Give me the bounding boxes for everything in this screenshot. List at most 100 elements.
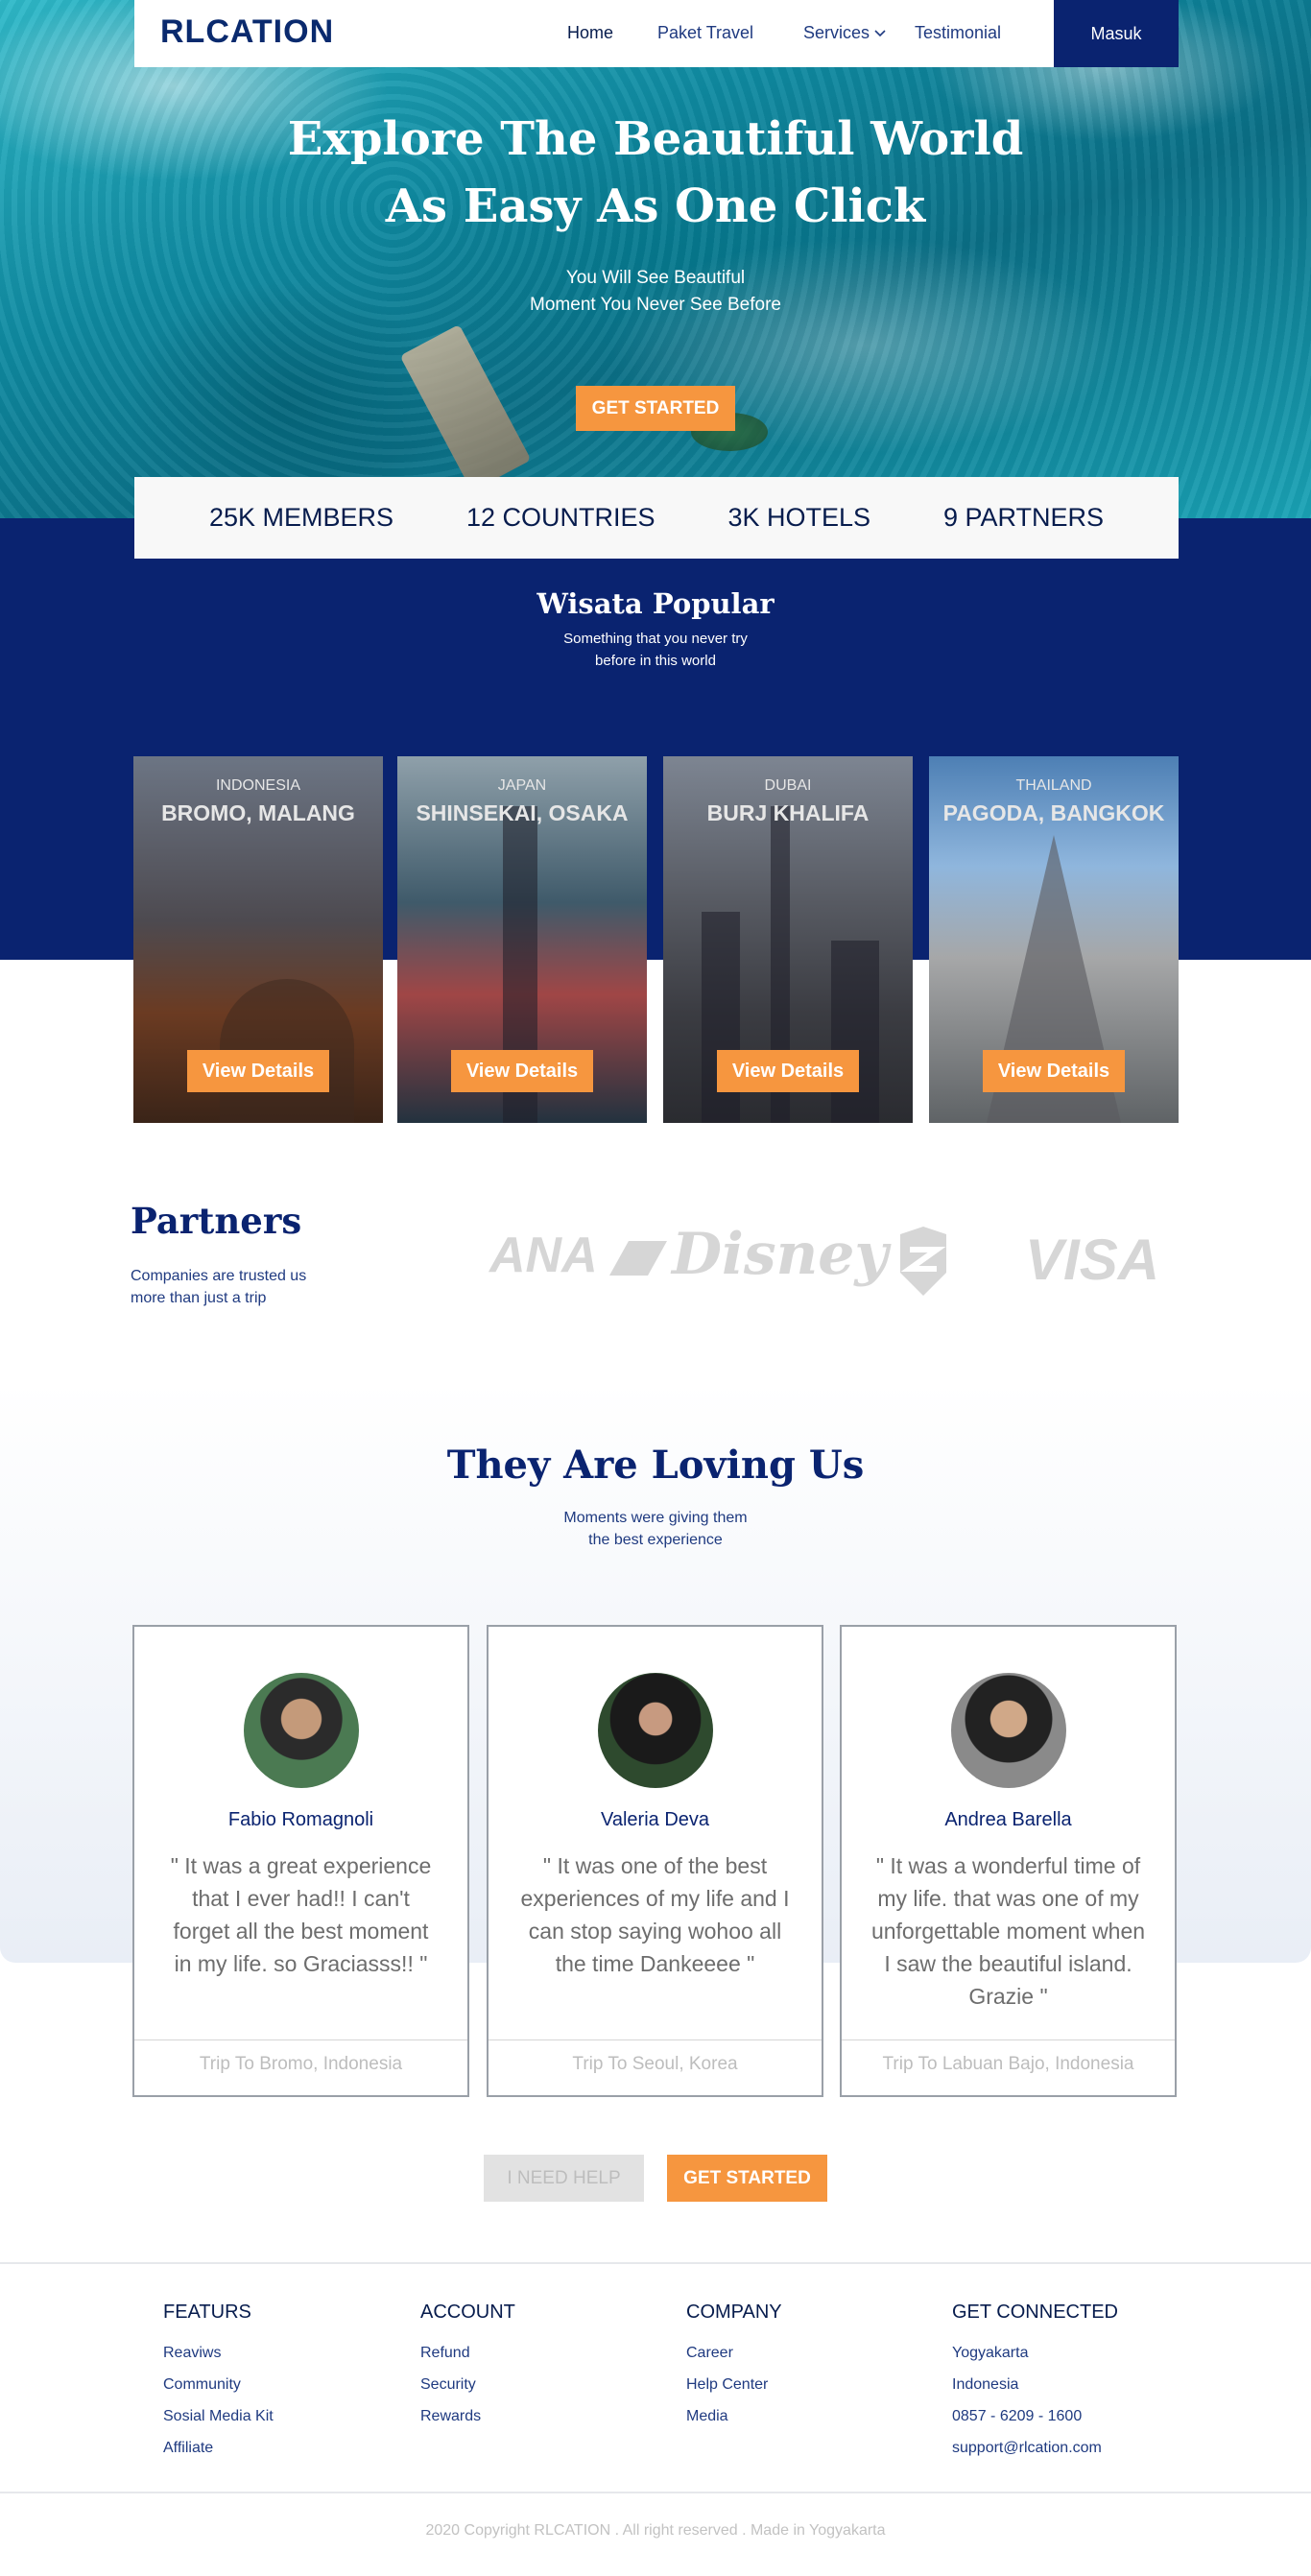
hero-subtitle-line1: You Will See Beautiful <box>565 268 746 288</box>
testimonials-subtitle: Moments were giving them the best experi… <box>0 1507 1311 1551</box>
card-place: BURJ KHALIFA <box>706 800 870 825</box>
footer-contact-phone[interactable]: 0857 - 6209 - 1600 <box>952 2400 1118 2432</box>
footer-link[interactable]: Affiliate <box>163 2432 274 2464</box>
footer-link[interactable]: Reaviws <box>163 2337 274 2369</box>
footer-contact-city: Yogyakarta <box>952 2345 1029 2361</box>
testimonials-subtitle-line2: the best experience <box>588 1532 723 1548</box>
footer-divider-top <box>0 2262 1311 2264</box>
card-place: BROMO, MALANG <box>161 800 355 825</box>
testimonial-name: Andrea Barella <box>944 1809 1072 1830</box>
nav-paket-travel[interactable]: Paket Travel <box>657 23 753 43</box>
footer-link[interactable]: Rewards <box>420 2400 515 2432</box>
card-place: SHINSEKAI, OSAKA <box>416 800 629 825</box>
testimonial-trip: Trip To Seoul, Korea <box>572 2054 738 2074</box>
testimonial-card: Valeria Deva " It was one of the best ex… <box>487 1625 823 2097</box>
testimonial-trip: Trip To Labuan Bajo, Indonesia <box>882 2054 1134 2074</box>
stat-hotels: 3K HOTELS <box>727 503 871 532</box>
testimonial-quote: " It was one of the best experiences of … <box>520 1853 790 1976</box>
footer-heading: ACCOUNT <box>420 2302 515 2323</box>
chevron-down-icon <box>874 30 886 37</box>
hero-title-line1: Explore The Beautiful World <box>287 112 1024 166</box>
stat-countries: 12 COUNTRIES <box>465 503 656 532</box>
partner-logo-ana: ANA <box>489 1227 668 1284</box>
partner-shield-icon <box>900 1227 946 1296</box>
popular-subtitle-line1: Something that you never try <box>563 631 748 647</box>
testimonials-subtitle-line1: Moments were giving them <box>563 1510 748 1526</box>
stats-bar: 25K MEMBERS 12 COUNTRIES 3K HOTELS 9 PAR… <box>134 477 1179 559</box>
destination-card-bromo[interactable]: INDONESIA BROMO, MALANG View Details <box>133 756 383 1123</box>
partner-logo-disney: Disney <box>672 1221 889 1288</box>
popular-title: Wisata Popular <box>536 587 775 620</box>
footer-contact-email[interactable]: support@rlcation.com <box>952 2432 1118 2464</box>
footer-link[interactable]: Sosial Media Kit <box>163 2400 274 2432</box>
footer-heading: FEATURS <box>163 2302 251 2323</box>
navbar: RLCATION Home Paket Travel Services Test… <box>134 0 1179 67</box>
get-started-button[interactable]: GET STARTED <box>667 2155 827 2202</box>
testimonial-quote: " It was a wonderful time of my life. th… <box>870 1853 1146 2009</box>
hero-background-image <box>0 0 1311 518</box>
view-details-button[interactable]: View Details <box>451 1050 593 1092</box>
destination-card-shinsekai[interactable]: JAPAN SHINSEKAI, OSAKA View Details <box>397 756 647 1123</box>
hero-subtitle: You Will See Beautiful Moment You Never … <box>0 265 1311 319</box>
partners-title: Partners <box>131 1200 302 1242</box>
ana-stripe-icon <box>609 1241 668 1276</box>
footer-heading: COMPANY <box>686 2302 782 2323</box>
need-help-button[interactable]: I NEED HELP <box>484 2155 644 2202</box>
footer-column-features: FEATURS Reaviws Community Sosial Media K… <box>163 2302 274 2464</box>
stat-partners: 9 PARTNERS <box>942 503 1105 532</box>
destination-card-pagoda[interactable]: THAILAND PAGODA, BANGKOK View Details <box>929 756 1179 1123</box>
avatar <box>243 1673 359 1788</box>
card-country: INDONESIA <box>215 777 300 794</box>
hero-title: Explore The Beautiful World As Easy As O… <box>0 106 1311 240</box>
destination-card-burj-khalifa[interactable]: DUBAI BURJ KHALIFA View Details <box>663 756 913 1123</box>
card-place: PAGODA, BANGKOK <box>942 800 1165 825</box>
avatar <box>597 1673 713 1788</box>
nav-home[interactable]: Home <box>567 23 613 43</box>
testimonial-quote: " It was a great experience that I ever … <box>170 1853 432 1976</box>
nav-testimonial[interactable]: Testimonial <box>915 23 1001 43</box>
testimonial-trip: Trip To Bromo, Indonesia <box>199 2054 403 2074</box>
testimonials-title: They Are Loving Us <box>446 1443 865 1488</box>
popular-subtitle-line2: before in this world <box>595 653 716 669</box>
testimonial-name: Fabio Romagnoli <box>227 1809 374 1830</box>
footer-column-account: ACCOUNT Refund Security Rewards <box>420 2302 515 2432</box>
footer-divider-bottom <box>0 2492 1311 2493</box>
card-country: DUBAI <box>764 777 812 794</box>
footer-link[interactable]: Security <box>420 2369 515 2400</box>
view-details-button[interactable]: View Details <box>717 1050 859 1092</box>
stat-members: 25K MEMBERS <box>208 503 394 532</box>
ana-logo-text: ANA <box>489 1228 596 1283</box>
footer-column-get-connected: GET CONNECTED Yogyakarta Indonesia 0857 … <box>952 2302 1118 2464</box>
view-details-button[interactable]: View Details <box>983 1050 1125 1092</box>
testimonial-name: Valeria Deva <box>600 1809 710 1830</box>
logo[interactable]: RLCATION <box>160 13 334 51</box>
hero-title-line2: As Easy As One Click <box>385 179 926 233</box>
copyright: 2020 Copyright RLCATION . All right rese… <box>425 2522 886 2539</box>
partner-logo-visa: VISA <box>1025 1228 1160 1292</box>
footer-contact-country: Indonesia <box>952 2376 1019 2393</box>
partners-subtitle-line2: more than just a trip <box>131 1290 267 1306</box>
hero-subtitle-line2: Moment You Never See Before <box>530 295 781 315</box>
nav-services-label: Services <box>803 23 870 42</box>
footer-link[interactable]: Media <box>686 2400 782 2432</box>
partners-subtitle: Companies are trusted us more than just … <box>131 1265 306 1309</box>
footer-link[interactable]: Career <box>686 2337 782 2369</box>
footer-link[interactable]: Community <box>163 2369 274 2400</box>
popular-subtitle: Something that you never try before in t… <box>0 628 1311 672</box>
footer-column-company: COMPANY Career Help Center Media <box>686 2302 782 2432</box>
footer-link[interactable]: Refund <box>420 2337 515 2369</box>
card-country: THAILAND <box>1015 777 1092 794</box>
hero-get-started-button[interactable]: GET STARTED <box>576 386 735 431</box>
footer-link[interactable]: Help Center <box>686 2369 782 2400</box>
avatar <box>950 1673 1066 1788</box>
card-image-shape <box>831 941 879 1123</box>
login-button[interactable]: Masuk <box>1054 0 1179 67</box>
partners-subtitle-line1: Companies are trusted us <box>131 1268 307 1284</box>
nav-services[interactable]: Services <box>803 23 886 43</box>
divider <box>489 2039 822 2040</box>
divider <box>134 2039 467 2040</box>
view-details-button[interactable]: View Details <box>187 1050 329 1092</box>
card-country: JAPAN <box>497 777 547 794</box>
divider <box>842 2039 1175 2040</box>
footer-heading: GET CONNECTED <box>952 2302 1118 2323</box>
